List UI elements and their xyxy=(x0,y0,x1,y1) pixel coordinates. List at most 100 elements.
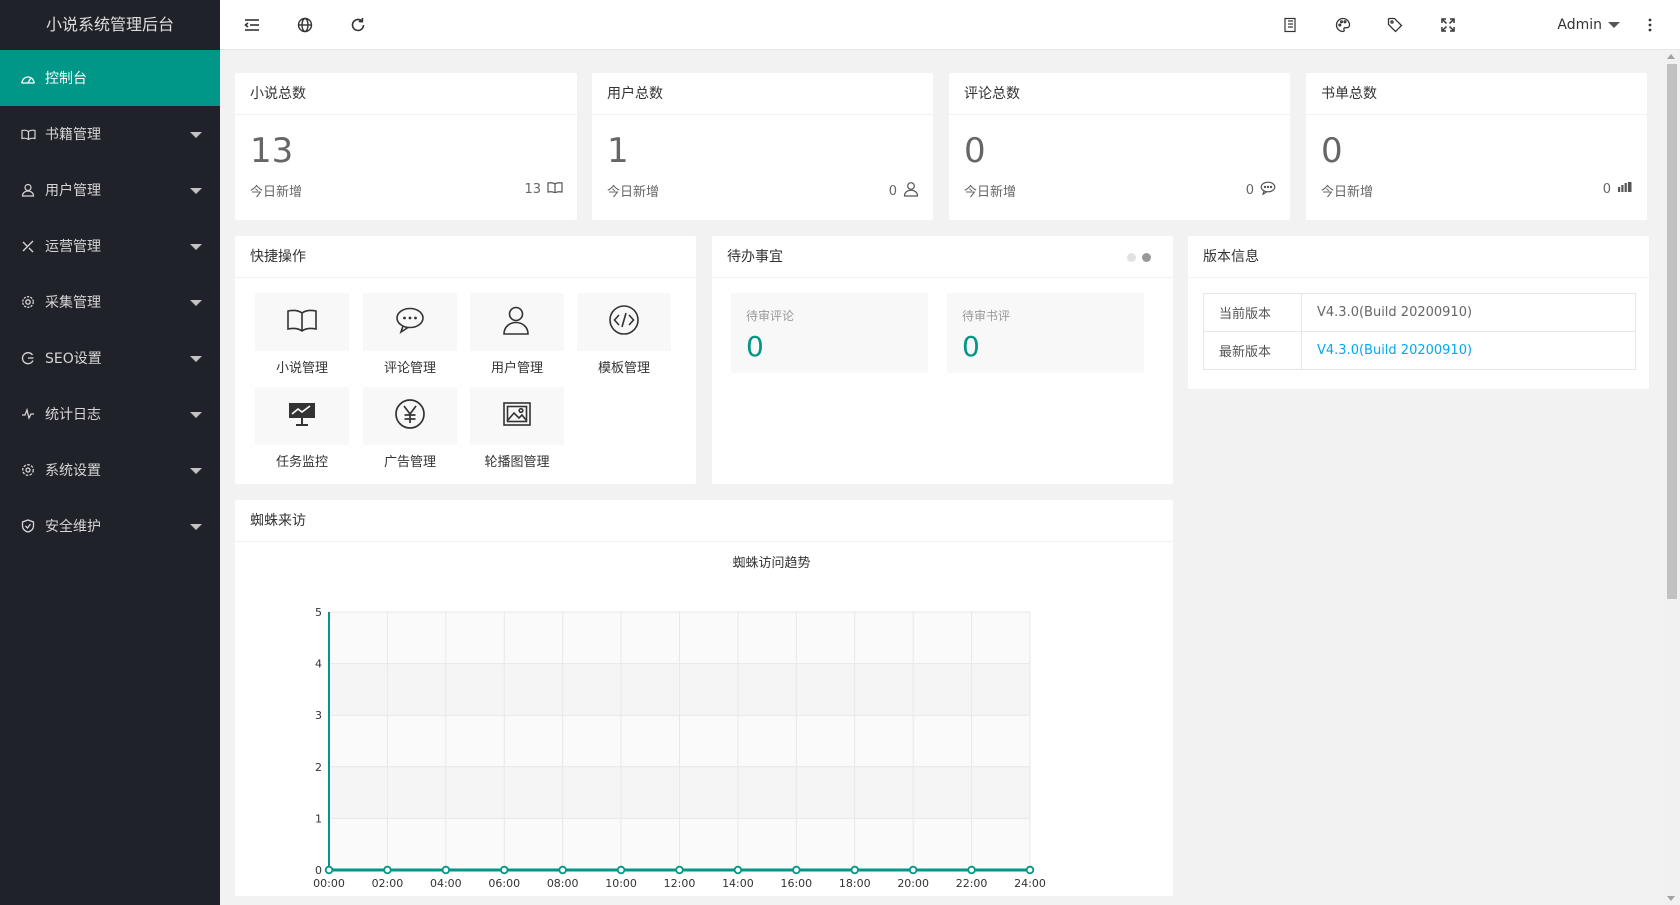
card-title: 版本信息 xyxy=(1188,236,1649,278)
spider-card: 蜘蛛来访 0 1 2 3 4 5 00:00 02:00 04:00 06:00 08:00 10:0… xyxy=(235,500,1173,896)
comment-icon xyxy=(395,306,425,338)
stat-sub-label: 今日新增 xyxy=(964,185,1017,200)
chart-title: 蜘蛛访问趋势 xyxy=(732,555,810,571)
quick-comment-manage[interactable]: 评论管理 xyxy=(363,293,457,376)
data-point xyxy=(558,865,567,875)
stat-sub-label: 今日新增 xyxy=(250,185,303,200)
admin-menu[interactable]: Admin xyxy=(1557,0,1620,50)
data-point xyxy=(1025,865,1035,875)
caret-down-icon xyxy=(190,132,202,138)
fullscreen-icon[interactable] xyxy=(1438,15,1458,35)
version-card: 版本信息 当前版本 V4.3.0(Build 20200910) 最新版本 V4… xyxy=(1188,236,1649,389)
data-point xyxy=(850,865,859,875)
data-point xyxy=(441,865,451,875)
book-icon xyxy=(286,308,318,336)
quick-user-manage[interactable]: 用户管理 xyxy=(470,293,564,376)
y-tick-label: 0 xyxy=(315,864,322,877)
latest-version-link[interactable]: V4.3.0(Build 20200910) xyxy=(1317,343,1472,358)
sidebar-item-2[interactable]: 书籍管理 xyxy=(0,106,220,162)
carousel-dot-active[interactable] xyxy=(1142,253,1151,262)
data-point xyxy=(733,865,743,875)
quick-task-monitor[interactable]: 任务监控 xyxy=(255,387,349,470)
book-icon xyxy=(547,181,563,197)
sidebar-item-8[interactable]: 系统设置 xyxy=(0,442,220,498)
theme-icon[interactable] xyxy=(1333,15,1353,35)
todo-label: 待审评论 xyxy=(746,309,795,323)
code-icon xyxy=(608,304,640,340)
globe-icon[interactable] xyxy=(295,15,315,35)
quick-ad-manage[interactable]: 广告管理 xyxy=(363,387,457,470)
caret-down-icon xyxy=(190,244,202,250)
version-key: 最新版本 xyxy=(1203,331,1302,370)
image-icon xyxy=(502,401,532,431)
sidebar-item-label: SEO设置 xyxy=(45,351,102,367)
scroll-up-icon[interactable] xyxy=(1667,54,1675,59)
scrollbar-thumb[interactable] xyxy=(1667,64,1677,599)
top-header: Admin xyxy=(220,0,1680,50)
shield-icon xyxy=(20,518,36,534)
table-row: 最新版本 V4.3.0(Build 20200910) xyxy=(1203,331,1636,370)
todo-value: 0 xyxy=(962,330,980,363)
stat-today: 0 xyxy=(1602,181,1611,197)
refresh-icon[interactable] xyxy=(348,15,368,35)
caret-down-icon xyxy=(190,188,202,194)
yen-icon xyxy=(394,398,426,434)
sidebar-menu: 控制台书籍管理用户管理运营管理采集管理 SEO设置统计日志系统设置 安全维护 xyxy=(0,50,220,554)
x-tick-label: 22:00 xyxy=(956,877,988,890)
stat-sub-label: 今日新增 xyxy=(1321,185,1374,200)
x-tick-label: 20:00 xyxy=(897,877,929,890)
menu-fold-icon[interactable] xyxy=(242,15,262,35)
y-tick-label: 2 xyxy=(315,761,322,774)
settings-icon xyxy=(20,462,36,478)
stat-today: 13 xyxy=(524,181,541,197)
todo-pending-comments[interactable]: 待审评论 0 xyxy=(731,293,928,373)
sidebar-item-7[interactable]: 统计日志 xyxy=(0,386,220,442)
data-point xyxy=(967,865,976,875)
comment-icon xyxy=(1260,181,1276,199)
stat-today: 0 xyxy=(1245,182,1254,198)
quick-banner-manage[interactable]: 轮播图管理 xyxy=(470,387,564,470)
seo-icon xyxy=(20,350,36,366)
sidebar-item-5[interactable]: 采集管理 xyxy=(0,274,220,330)
dashboard-icon xyxy=(20,70,36,86)
caret-down-icon xyxy=(190,300,202,306)
sidebar-item-label: 运营管理 xyxy=(45,239,101,255)
note-icon[interactable] xyxy=(1280,15,1300,35)
monitor-icon xyxy=(288,401,316,431)
page-scrollbar[interactable] xyxy=(1663,50,1680,905)
sidebar-item-1[interactable]: 控制台 xyxy=(0,50,220,106)
quick-novel-manage[interactable]: 小说管理 xyxy=(255,293,349,376)
card-title: 蜘蛛来访 xyxy=(235,500,1173,542)
more-icon[interactable] xyxy=(1640,15,1660,35)
stat-value: 0 xyxy=(964,131,986,171)
quick-label: 广告管理 xyxy=(383,455,436,470)
quick-label: 模板管理 xyxy=(597,361,650,376)
stat-title: 小说总数 xyxy=(235,73,577,115)
sidebar-item-9[interactable]: 安全维护 xyxy=(0,498,220,554)
quick-label: 任务监控 xyxy=(275,455,328,470)
x-tick-label: 14:00 xyxy=(722,877,754,890)
quick-template-manage[interactable]: 模板管理 xyxy=(577,293,671,376)
sidebar-item-3[interactable]: 用户管理 xyxy=(0,162,220,218)
stat-today: 0 xyxy=(888,183,897,199)
tag-icon[interactable] xyxy=(1385,15,1405,35)
sidebar-item-label: 用户管理 xyxy=(45,183,101,199)
x-tick-label: 24:00 xyxy=(1014,877,1046,890)
chevron-down-icon xyxy=(1608,22,1620,28)
caret-down-icon xyxy=(190,468,202,474)
todo-pending-reviews[interactable]: 待审书评 0 xyxy=(947,293,1144,373)
carousel-indicator xyxy=(1127,253,1151,262)
carousel-dot[interactable] xyxy=(1127,253,1136,262)
data-point xyxy=(675,865,684,875)
sidebar-item-label: 统计日志 xyxy=(45,407,101,423)
sidebar-item-4[interactable]: 运营管理 xyxy=(0,218,220,274)
scroll-down-icon[interactable] xyxy=(1667,896,1675,901)
todo-value: 0 xyxy=(746,330,764,363)
x-tick-label: 12:00 xyxy=(664,877,696,890)
stat-sub-label: 今日新增 xyxy=(607,185,660,200)
sidebar-item-6[interactable]: SEO设置 xyxy=(0,330,220,386)
todo-card: 待办事宜 待审评论 0 待审书评 0 xyxy=(712,236,1173,484)
stat-value: 13 xyxy=(250,131,294,171)
sidebar-item-label: 控制台 xyxy=(45,71,87,87)
tools-icon xyxy=(20,238,36,254)
